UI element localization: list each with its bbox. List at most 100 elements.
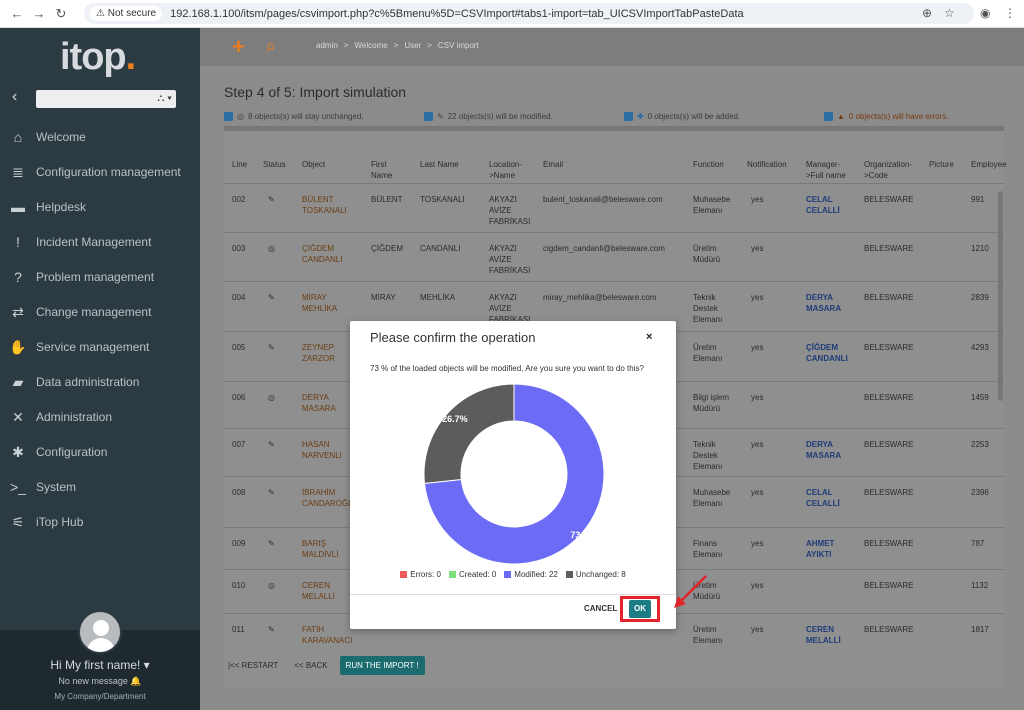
slice-unchanged[interactable] [423, 383, 515, 484]
avatar[interactable] [78, 610, 122, 654]
column-header[interactable]: Organization->Code [864, 159, 920, 181]
column-header[interactable]: Notification [747, 159, 787, 170]
checkbox[interactable] [624, 112, 633, 121]
new-object-icon[interactable]: + [232, 34, 245, 60]
menu-item-system[interactable]: >_ System [0, 472, 200, 502]
legend-label: Created: 0 [458, 570, 497, 579]
cell-object[interactable]: CEREN MELALLİ [302, 580, 350, 602]
modified-icon: ✎ [268, 488, 275, 497]
cell-manager[interactable]: DERYA MASARA [806, 439, 852, 461]
column-header[interactable]: Email [543, 159, 563, 170]
column-header[interactable]: Location->Name [489, 159, 533, 181]
summary-modified[interactable]: ✎ 22 objects(s) will be modified. [424, 112, 553, 121]
summary-unchanged[interactable]: ◎ 8 objects(s) will stay unchanged. [224, 112, 364, 121]
menu-item-configuration[interactable]: ✱ Configuration [0, 437, 200, 467]
summary-errors[interactable]: ▲ 0 objects(s) will have errors. [824, 112, 949, 121]
reload-icon[interactable]: ↻ [50, 6, 72, 22]
cell-manager[interactable]: CEREN MELALLİ [806, 624, 852, 646]
cell-object[interactable]: HASAN NARVENLİ [302, 439, 350, 461]
column-header[interactable]: Picture [929, 159, 954, 170]
hub-icon: ⚟ [11, 513, 25, 530]
cell-line: 006 [232, 393, 246, 402]
legend-item-created[interactable]: Created: 0 [448, 570, 497, 579]
column-header[interactable]: Status [263, 159, 286, 170]
menu-item-incident-management[interactable]: ! Incident Management [0, 227, 200, 257]
cell-function: Muhasebe Elemanı [693, 195, 731, 215]
zoom-icon[interactable]: ⊕ [922, 6, 932, 20]
top-bar: + ⌕ admin > Welcome > User > CSV import [200, 28, 1024, 66]
cell-notif: yes [751, 393, 764, 402]
menu-item-administration[interactable]: ✕ Administration [0, 402, 200, 432]
breadcrumb-welcome[interactable]: Welcome [354, 41, 387, 50]
unchanged-icon: ◎ [268, 393, 275, 402]
collapse-sidebar-icon[interactable]: ‹ [12, 88, 17, 106]
cell-object[interactable]: FATİH KARAVANACI [302, 624, 352, 646]
browser-menu-icon[interactable]: ⋮ [1004, 6, 1016, 20]
cell-object[interactable]: İBRAHİM CANDAROĞLU [302, 487, 358, 509]
profile-icon[interactable]: ◉ [980, 6, 990, 20]
checkbox[interactable] [224, 112, 233, 121]
cell-manager[interactable]: CELAL CELALLİ [806, 487, 852, 509]
cell-emp: 4293 [971, 343, 989, 352]
column-header[interactable]: Line [232, 159, 247, 170]
column-header[interactable]: Manager->Full name [806, 159, 852, 181]
menu-label: Data administration [36, 375, 140, 389]
confirm-dialog: Please confirm the operation × 73 % of t… [350, 321, 676, 629]
legend-item-unchanged[interactable]: Unchanged: 8 [565, 570, 626, 579]
itop-logo[interactable]: itop. [60, 36, 136, 79]
bookmark-star-icon[interactable]: ☆ [944, 6, 955, 20]
cell-org: BELESWARE [864, 293, 914, 302]
cell-manager[interactable]: ÇİĞDEM CANDANLI [806, 342, 852, 364]
notification-status[interactable]: No new message 🔔 [0, 676, 200, 687]
checkbox[interactable] [424, 112, 433, 121]
page-title: Step 4 of 5: Import simulation [224, 84, 407, 100]
cog-icon: ✱ [12, 443, 24, 460]
cell-manager[interactable]: AHMET AYIKTI [806, 538, 852, 560]
cell-object[interactable]: BARIŞ MALDİVLİ [302, 538, 350, 560]
legend-item-modified[interactable]: Modified: 22 [504, 570, 558, 579]
menu-item-itop-hub[interactable]: ⚟ iTop Hub [0, 507, 200, 537]
address-bar[interactable]: ⚠ Not secure 192.168.1.100/itsm/pages/cs… [84, 3, 974, 24]
back-button[interactable]: << BACK [290, 656, 331, 675]
close-icon[interactable]: × [646, 331, 652, 343]
cell-object[interactable]: ZEYNEP ZARZOR [302, 342, 350, 364]
cell-manager[interactable]: CELAL CELALLİ [806, 194, 852, 216]
cell-object[interactable]: ÇİĞDEM CANDANLI [302, 243, 350, 265]
menu-item-welcome[interactable]: ⌂ Welcome [0, 122, 200, 152]
organization-filter[interactable]: ⛬ ▾ [36, 90, 176, 108]
cell-object[interactable]: MİRAY MEHLİKA [302, 292, 350, 314]
breadcrumb-csv-import[interactable]: CSV import [438, 41, 479, 50]
cell-object[interactable]: BÜLENT TOSKANALI [302, 194, 350, 216]
run-import-button[interactable]: RUN THE IMPORT ! [339, 656, 425, 675]
forward-arrow-icon[interactable]: → [28, 6, 50, 21]
user-greeting[interactable]: Hi My first name! ▾ [0, 658, 200, 672]
column-header[interactable]: Function [693, 159, 724, 170]
security-indicator[interactable]: ⚠ Not secure [90, 6, 163, 21]
menu-item-configuration-management[interactable]: ≣ Configuration management [0, 157, 200, 187]
cell-org: BELESWARE [864, 625, 914, 634]
cell-last: MEHLİKA [420, 293, 456, 302]
summary-added[interactable]: ✚ 0 objects(s) will be added. [624, 112, 740, 121]
checkbox[interactable] [824, 112, 833, 121]
menu-item-helpdesk[interactable]: ▬ Helpdesk [0, 192, 200, 222]
column-header[interactable]: Last Name [420, 159, 459, 170]
search-icon[interactable]: ⌕ [266, 36, 276, 57]
cell-manager[interactable]: DERYA MASARA [806, 292, 852, 314]
restart-button[interactable]: |<< RESTART [224, 656, 282, 675]
menu-item-service-management[interactable]: ✋ Service management [0, 332, 200, 362]
cancel-button[interactable]: CANCEL [584, 604, 617, 613]
column-header[interactable]: First Name [371, 159, 401, 181]
menu-item-data-administration[interactable]: ▰ Data administration [0, 367, 200, 397]
menu-item-problem-management[interactable]: ? Problem management [0, 262, 200, 292]
breadcrumb-admin[interactable]: admin [316, 41, 338, 50]
breadcrumb-user[interactable]: User [404, 41, 421, 50]
modified-icon: ✎ [268, 195, 275, 204]
cell-object[interactable]: DERYA MASARA [302, 392, 350, 414]
vertical-scrollbar[interactable] [998, 191, 1003, 401]
column-header[interactable]: Employee number [971, 159, 1007, 170]
column-header[interactable]: Object [302, 159, 325, 170]
added-plus-icon: ✚ [637, 112, 644, 121]
legend-item-errors[interactable]: Errors: 0 [400, 570, 441, 579]
back-arrow-icon[interactable]: ← [6, 6, 28, 21]
menu-item-change-management[interactable]: ⇄ Change management [0, 297, 200, 327]
